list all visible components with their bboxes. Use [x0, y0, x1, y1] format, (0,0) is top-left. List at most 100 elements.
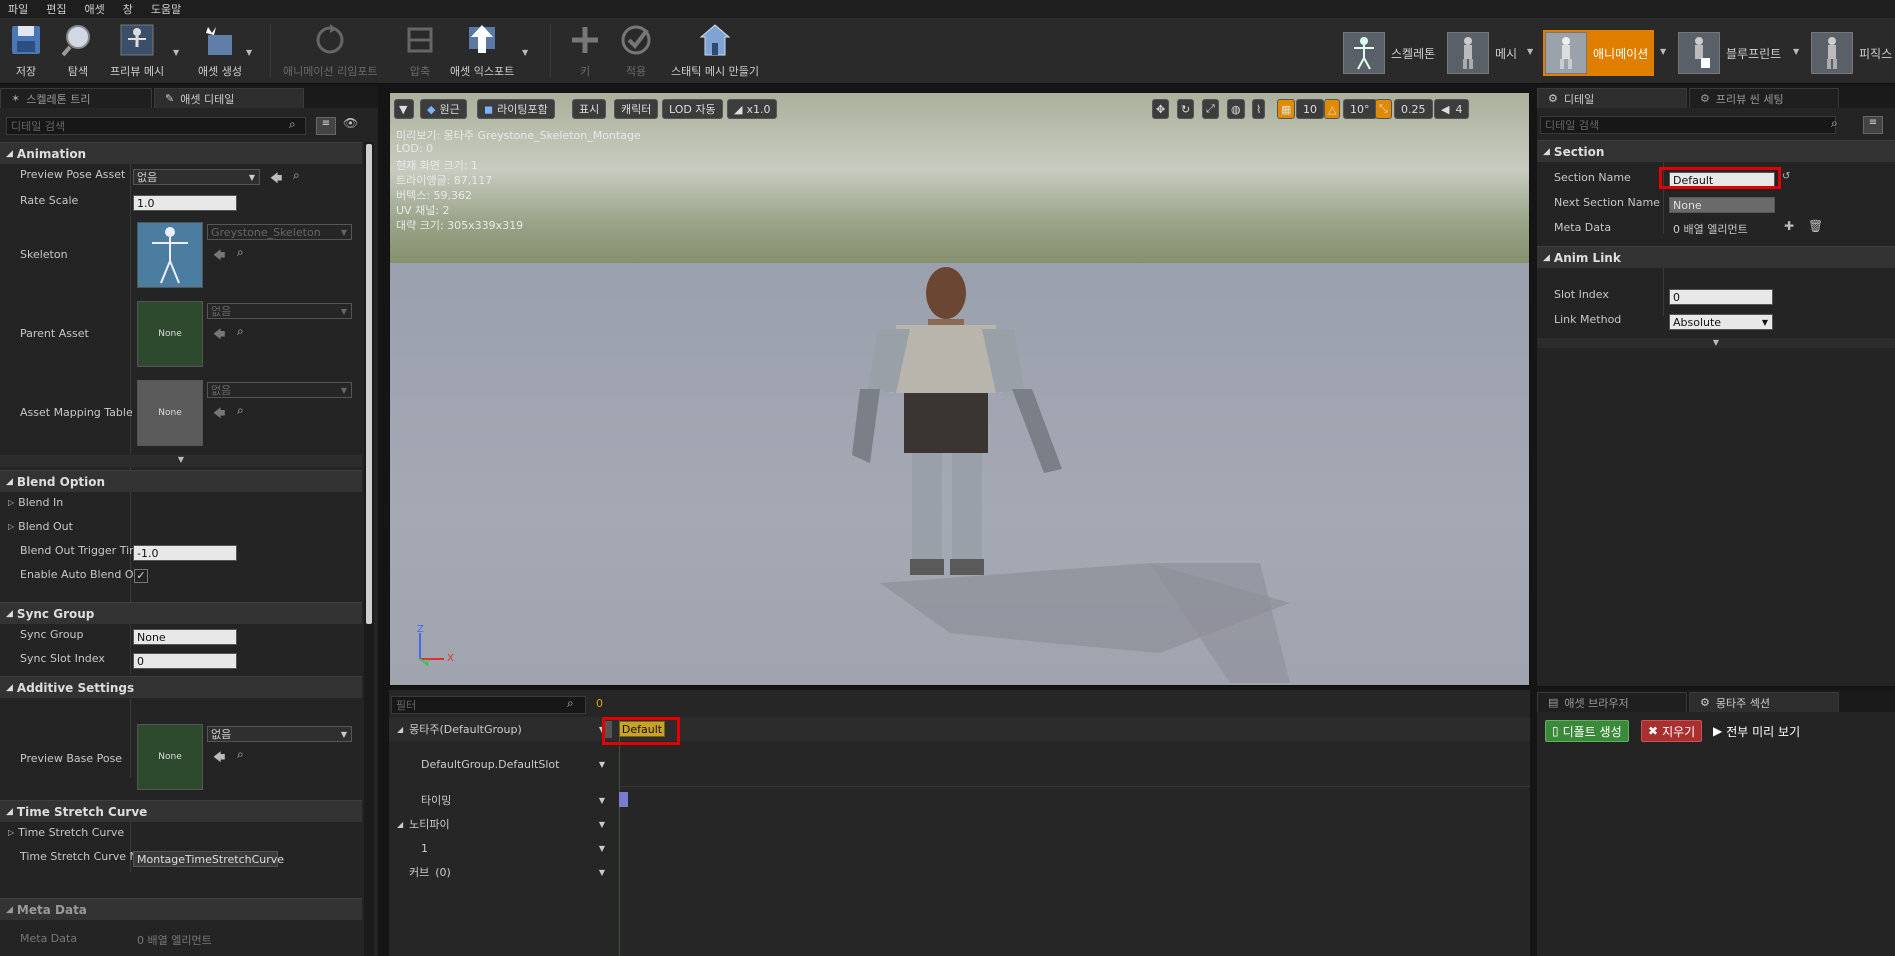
rotation-snap-icon[interactable]: △ — [1324, 99, 1341, 119]
lod-auto-button[interactable]: LOD 자동 — [662, 99, 723, 119]
tab-asset-browser[interactable]: ▤ 애셋 브라우저 — [1537, 692, 1687, 712]
timing-marker[interactable] — [619, 792, 628, 807]
scale-snap-value[interactable]: 0.25 — [1394, 99, 1433, 119]
mode-animation[interactable]: 애니메이션 — [1543, 30, 1654, 76]
category-meta-data[interactable]: ◢ Meta Data — [0, 898, 362, 920]
mode-blueprint[interactable]: 블루프린트 — [1678, 32, 1781, 74]
mode-physics[interactable]: 피직스 — [1811, 32, 1892, 74]
details-search-input[interactable]: 디테일 검색 — [1540, 116, 1836, 134]
tab-asset-details[interactable]: ✎ 애셋 디테일 — [154, 88, 304, 108]
rotate-tool-icon[interactable]: ↻ — [1177, 99, 1195, 119]
browse-magnifier-icon[interactable]: ⌕ — [237, 747, 244, 762]
preview-viewport[interactable]: ▼ ◆ 원근 ◼ 라이팅포함 표시 캐릭터 LOD 자동 ◢ x1.0 ✥ ↻ ⤢ ◍… — [389, 92, 1530, 686]
camera-speed-button[interactable]: ◀ 4 — [1434, 99, 1470, 119]
mode-skeleton[interactable]: 스켈레톤 — [1343, 32, 1435, 74]
preview-all-button[interactable]: ▶ 전부 미리 보기 — [1707, 720, 1806, 742]
export-dropdown-icon[interactable]: ▼ — [522, 48, 528, 57]
preview-base-pose-thumbnail[interactable]: None — [137, 724, 203, 790]
menu-file[interactable]: 파일 — [8, 1, 28, 17]
blueprint-mode-dropdown-icon[interactable]: ▼ — [1793, 47, 1799, 56]
menu-help[interactable]: 도움말 — [151, 1, 181, 17]
tab-montage-sections[interactable]: ⚙ 몽타주 섹션 — [1689, 692, 1839, 712]
mesh-mode-dropdown-icon[interactable]: ▼ — [1527, 47, 1533, 56]
category-time-stretch-curve[interactable]: ◢ Time Stretch Curve — [0, 800, 362, 822]
time-stretch-curve-row[interactable]: ▷ Time Stretch Curve — [8, 826, 124, 839]
apply-button[interactable]: 적용 — [616, 21, 656, 81]
show-advanced-chevron-icon[interactable]: ▼ — [1537, 338, 1895, 348]
create-asset-dropdown-icon[interactable]: ▼ — [246, 48, 252, 57]
timing-track-row[interactable]: 타이밍 ▼ — [389, 788, 619, 812]
notify-track-1-row[interactable]: 1 ▼ — [389, 836, 619, 860]
grid-snap-icon[interactable]: ▦ — [1277, 99, 1296, 119]
slot-index-field[interactable]: 0 — [1669, 289, 1773, 305]
browse-magnifier-icon[interactable]: ⌕ — [237, 245, 244, 260]
left-scrollbar[interactable] — [364, 142, 374, 956]
tab-details[interactable]: ⚙ 디테일 — [1537, 88, 1687, 108]
browse-magnifier-icon[interactable]: ⌕ — [293, 168, 300, 183]
slot-track-row[interactable]: DefaultGroup.DefaultSlot ▼ — [389, 742, 619, 786]
blend-out-trigger-field[interactable]: -1.0 — [133, 545, 237, 561]
surface-snap-icon[interactable]: ⌇ — [1252, 99, 1266, 119]
blend-out-row[interactable]: ▷ Blend Out — [8, 520, 73, 533]
preview-mesh-button[interactable]: 프리뷰 메시 — [110, 21, 164, 81]
make-static-mesh-button[interactable]: 스태틱 메시 만들기 — [665, 21, 765, 81]
view-options-list-icon[interactable]: ≡ — [1863, 116, 1883, 134]
tab-skeleton-tree[interactable]: ✶ 스켈레톤 트리 — [0, 88, 152, 108]
next-section-name-field[interactable]: None — [1669, 197, 1775, 213]
rate-scale-field[interactable]: 1.0 — [133, 195, 237, 211]
time-stretch-curve-name-field[interactable]: MontageTimeStretchCurve — [133, 851, 284, 867]
show-advanced-chevron-icon[interactable]: ▼ — [0, 455, 362, 467]
category-sync-group[interactable]: ◢ Sync Group — [0, 602, 362, 624]
left-search-input[interactable]: 디테일 검색 — [6, 117, 306, 135]
category-section[interactable]: ◢ Section — [1537, 140, 1895, 162]
tab-preview-scene-settings[interactable]: ⚙ 프리뷰 씬 세팅 — [1689, 88, 1839, 108]
save-button[interactable]: 저장 — [6, 21, 46, 81]
enable-auto-blend-checkbox[interactable]: ✓ — [134, 569, 148, 583]
notify-track-row[interactable]: ◢ 노티파이 ▼ — [389, 812, 619, 836]
preview-pose-asset-combo[interactable]: 없음 ▼ — [133, 169, 260, 185]
rotation-snap-value[interactable]: 10° — [1343, 99, 1377, 119]
character-button[interactable]: 캐릭터 — [614, 99, 659, 119]
create-default-button[interactable]: ▯ 디폴트 생성 — [1545, 720, 1629, 742]
scale-tool-icon[interactable]: ⤢ — [1202, 99, 1219, 119]
menu-edit[interactable]: 편집 — [46, 1, 66, 17]
view-options-list-icon[interactable]: ≡ — [316, 117, 336, 135]
add-element-plus-icon[interactable]: ✚ — [1784, 219, 1794, 233]
lit-mode-button[interactable]: ◼ 라이팅포함 — [477, 99, 555, 119]
browse-magnifier-icon[interactable]: ⌕ — [237, 324, 244, 339]
use-selected-arrow-icon[interactable]: 🡄 — [213, 748, 225, 769]
montage-track-row[interactable]: ◢ 몽타주(DefaultGroup) ▼ — [389, 717, 619, 741]
reset-to-default-icon[interactable]: ↺ — [1782, 171, 1790, 182]
category-anim-link[interactable]: ◢ Anim Link — [1537, 246, 1895, 268]
compress-button[interactable]: 압축 — [400, 21, 440, 81]
animation-mode-dropdown-icon[interactable]: ▼ — [1660, 47, 1666, 56]
menu-window[interactable]: 창 — [123, 1, 133, 17]
menu-asset[interactable]: 애셋 — [85, 1, 105, 17]
show-button[interactable]: 표시 — [572, 99, 607, 119]
browse-button[interactable]: 탐색 — [58, 21, 98, 81]
trash-icon[interactable]: 🗑 — [1808, 219, 1823, 233]
category-animation[interactable]: ◢ Animation — [0, 142, 362, 164]
link-method-combo[interactable]: Absolute ▼ — [1669, 314, 1773, 330]
world-local-icon[interactable]: ◍ — [1227, 99, 1245, 119]
export-asset-button[interactable]: 애셋 익스포트 — [450, 21, 514, 81]
grid-snap-value[interactable]: 10 — [1296, 99, 1324, 119]
playback-speed-button[interactable]: ◢ x1.0 — [727, 99, 778, 119]
preview-base-pose-combo[interactable]: 없음 ▼ — [207, 726, 352, 742]
category-additive-settings[interactable]: ◢ Additive Settings — [0, 676, 362, 698]
mode-mesh[interactable]: 메시 — [1447, 32, 1517, 74]
browse-magnifier-icon[interactable]: ⌕ — [237, 403, 244, 418]
perspective-button[interactable]: ◆ 원근 — [420, 99, 467, 119]
asset-mapping-thumbnail[interactable]: None — [137, 380, 203, 446]
translate-tool-icon[interactable]: ✥ — [1152, 99, 1170, 119]
key-button[interactable]: 키 — [565, 21, 605, 81]
scale-snap-icon[interactable]: ⤡ — [1375, 99, 1392, 119]
skeleton-thumbnail[interactable] — [137, 222, 203, 288]
category-blend-option[interactable]: ◢ Blend Option — [0, 470, 362, 492]
use-selected-arrow-icon[interactable]: 🡄 — [270, 169, 282, 190]
clear-button[interactable]: ✖ 지우기 — [1641, 720, 1703, 742]
eye-icon[interactable]: 👁 — [343, 116, 358, 130]
parent-asset-thumbnail[interactable]: None — [137, 301, 203, 367]
reimport-button[interactable]: 애니메이션 리임포트 — [283, 21, 378, 81]
create-asset-button[interactable]: 애셋 생성 — [198, 21, 242, 81]
